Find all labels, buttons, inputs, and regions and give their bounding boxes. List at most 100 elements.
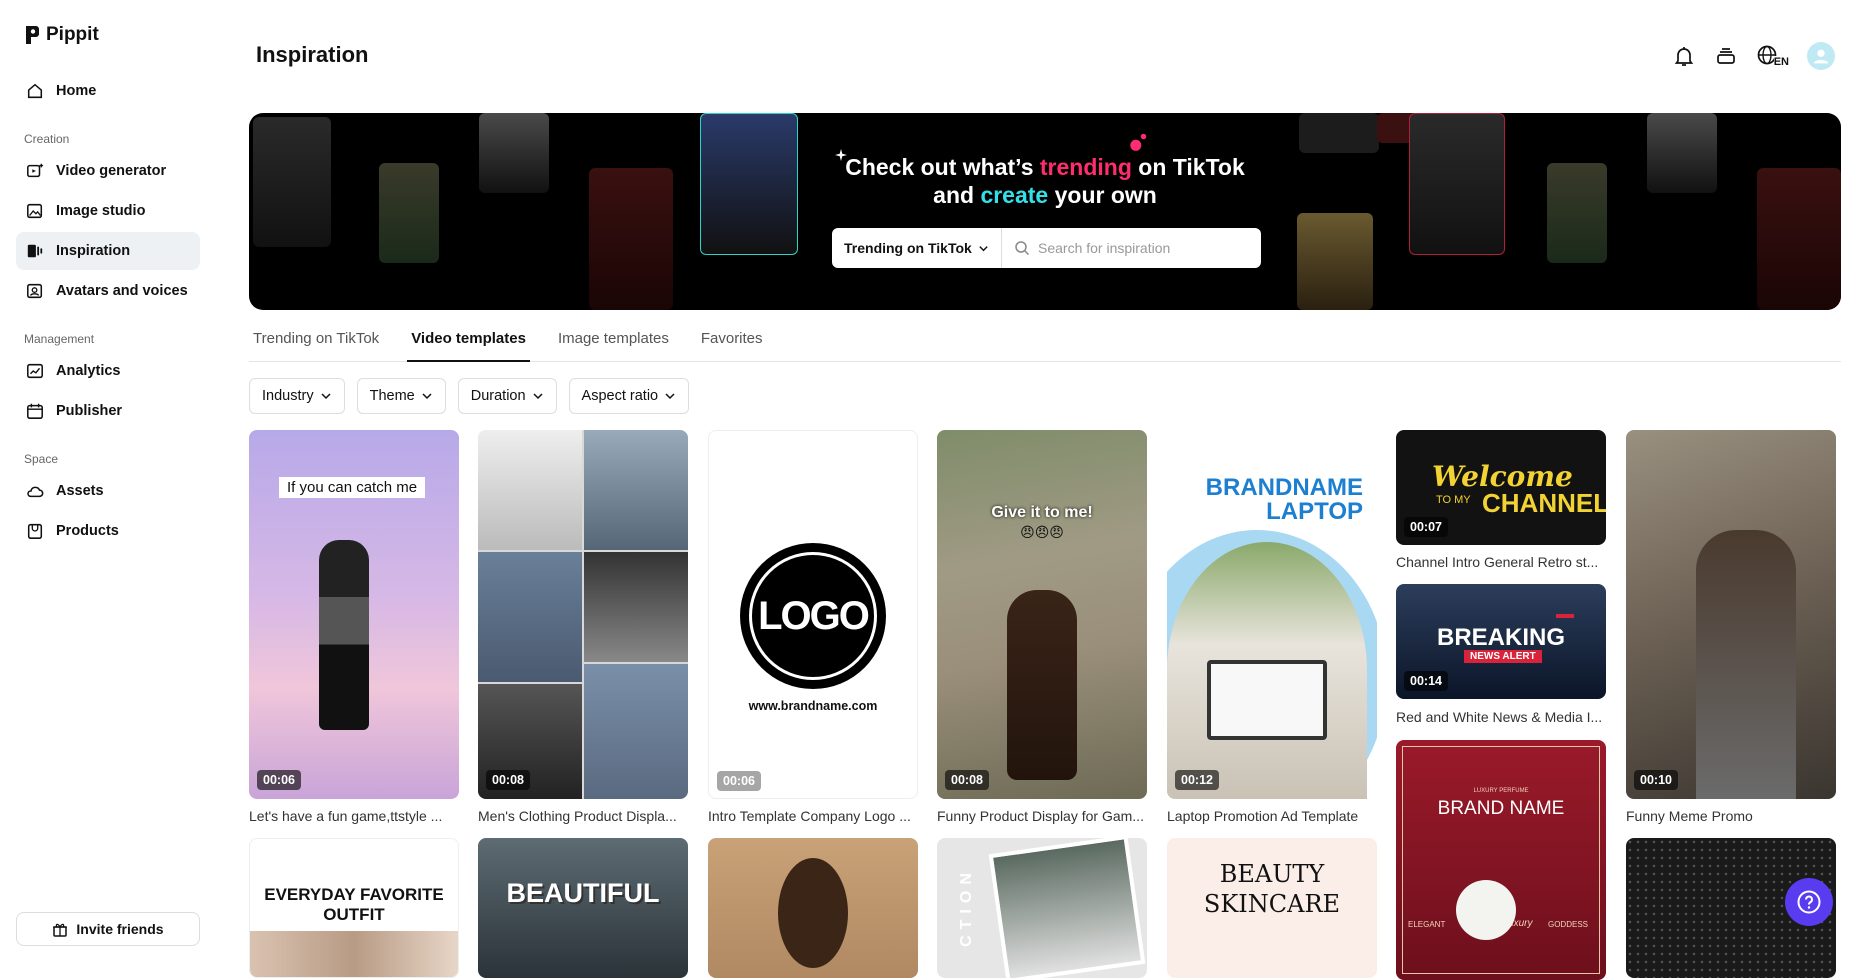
bell-icon[interactable] xyxy=(1672,44,1696,68)
template-card[interactable]: 00:10 xyxy=(1626,430,1836,799)
flower-shape xyxy=(1456,880,1516,940)
sidebar-item-label: Home xyxy=(56,83,97,99)
card-overlay-text-2: NEWS ALERT xyxy=(1464,650,1542,663)
filter-label: Industry xyxy=(262,388,314,404)
template-card[interactable]: CTION xyxy=(937,838,1147,978)
template-card[interactable]: BRANDNAME LAPTOP 00:12 xyxy=(1167,430,1377,799)
card-overlay-text: If you can catch me xyxy=(279,477,426,498)
chevron-down-icon xyxy=(979,245,988,251)
sidebar-item-image-studio[interactable]: Image studio xyxy=(16,192,200,230)
card-title[interactable]: Laptop Promotion Ad Template xyxy=(1167,808,1377,824)
tab-favorites[interactable]: Favorites xyxy=(697,328,767,362)
laptop-shape xyxy=(1207,660,1327,740)
app-name: Pippit xyxy=(46,24,99,45)
user-icon xyxy=(1813,49,1829,64)
banner-text-highlight: trending xyxy=(1039,154,1132,180)
source-dropdown[interactable]: Trending on TikTok xyxy=(832,228,1002,268)
sidebar-section-creation: Creation xyxy=(24,132,70,146)
card-title[interactable]: Funny Product Display for Gam... xyxy=(937,808,1147,824)
banner-search-bar: Trending on TikTok Search for inspiratio… xyxy=(832,228,1261,268)
search-placeholder: Search for inspiration xyxy=(1038,240,1171,256)
sidebar-item-publisher[interactable]: Publisher xyxy=(16,392,200,430)
card-title[interactable]: Funny Meme Promo xyxy=(1626,808,1836,824)
template-card[interactable]: BEAUTY SKINCARE xyxy=(1167,838,1377,978)
card-title[interactable]: Let's have a fun game,ttstyle ... xyxy=(249,808,459,824)
sidebar-item-label: Avatars and voices xyxy=(56,283,188,299)
language-code: EN xyxy=(1773,56,1789,68)
card-figure xyxy=(1007,590,1077,780)
card-photo xyxy=(584,552,688,662)
pippit-logo-icon xyxy=(26,26,39,44)
drop-decoration-icon xyxy=(1130,133,1147,151)
credits-icon[interactable] xyxy=(1714,44,1738,68)
card-title[interactable]: Red and White News & Media I... xyxy=(1396,709,1606,725)
header-actions: EN xyxy=(1672,42,1835,70)
language-switcher[interactable]: EN xyxy=(1756,44,1789,68)
template-card[interactable]: Give it to me! 😠😠😠 00:08 xyxy=(937,430,1147,799)
card-overlay-text: BEAUTIFUL xyxy=(506,878,660,908)
duration-badge: 00:14 xyxy=(1404,671,1448,691)
card-border-frame xyxy=(1402,746,1600,974)
avatar-voice-icon xyxy=(27,283,43,299)
template-card[interactable] xyxy=(708,838,918,978)
user-avatar[interactable] xyxy=(1807,42,1835,70)
sidebar-item-video-generator[interactable]: Video generator xyxy=(16,152,200,190)
card-figure xyxy=(1696,530,1796,799)
card-overlay-text: BRAND NAME xyxy=(1437,798,1565,819)
sidebar-item-avatars-and-voices[interactable]: Avatars and voices xyxy=(16,272,200,310)
card-photo xyxy=(988,838,1146,978)
image-studio-icon xyxy=(27,203,43,219)
template-card[interactable]: LOGO www.brandname.com 00:06 xyxy=(708,430,918,799)
card-overlay-text-2: OUTFIT xyxy=(323,905,385,924)
template-card[interactable]: 00:08 xyxy=(478,430,688,799)
tab-trending-on-tiktok[interactable]: Trending on TikTok xyxy=(249,328,383,362)
aspect-ratio-filter[interactable]: Aspect ratio xyxy=(568,378,690,414)
inspiration-search-input[interactable]: Search for inspiration xyxy=(1002,240,1261,256)
template-card[interactable]: BEAUTIFUL xyxy=(478,838,688,978)
tab-image-templates[interactable]: Image templates xyxy=(554,328,673,362)
invite-friends-button[interactable]: Invite friends xyxy=(16,912,200,946)
sidebar-item-analytics[interactable]: Analytics xyxy=(16,352,200,390)
card-photo xyxy=(478,552,582,682)
help-button[interactable] xyxy=(1785,878,1833,926)
card-overlay-text-3: CHANNEL xyxy=(1482,488,1606,518)
card-title[interactable]: Channel Intro General Retro st... xyxy=(1396,554,1606,570)
sidebar-item-products[interactable]: Products xyxy=(16,512,200,550)
template-card[interactable]: BREAKING NEWS ALERT 00:14 xyxy=(1396,584,1606,699)
video-generator-icon xyxy=(27,163,44,178)
card-photo xyxy=(584,430,688,550)
template-card[interactable]: EVERYDAY FAVORITE OUTFIT xyxy=(249,838,459,978)
banner-text-highlight: create xyxy=(980,182,1049,208)
app-logo[interactable]: Pippit xyxy=(24,24,99,46)
banner-text-part: your own xyxy=(1048,182,1157,208)
banner-text-part: Check out what’s xyxy=(845,154,1040,180)
home-icon xyxy=(27,83,43,99)
duration-badge: 00:07 xyxy=(1404,517,1448,537)
card-overlay-small: LUXURY PERFUME xyxy=(1473,788,1529,794)
sidebar-item-assets[interactable]: Assets xyxy=(16,472,200,510)
card-overlay-text-2: TO MY xyxy=(1436,494,1471,506)
sidebar-item-label: Video generator xyxy=(56,163,167,179)
page-title: Inspiration xyxy=(256,42,369,67)
card-photo xyxy=(250,931,458,977)
template-card[interactable]: If you can catch me 00:06 xyxy=(249,430,459,799)
gift-icon xyxy=(53,923,68,937)
industry-filter[interactable]: Industry xyxy=(249,378,345,414)
filter-bar: Industry Theme Duration Aspect ratio xyxy=(249,378,690,414)
theme-filter[interactable]: Theme xyxy=(356,378,446,414)
tab-video-templates[interactable]: Video templates xyxy=(407,328,530,362)
card-title[interactable]: Men's Clothing Product Displa... xyxy=(478,808,688,824)
card-photo xyxy=(584,664,688,799)
chevron-down-icon xyxy=(321,393,331,400)
sidebar-item-home[interactable]: Home xyxy=(16,72,200,110)
sidebar-item-inspiration[interactable]: Inspiration xyxy=(16,232,200,270)
logo-text: LOGO xyxy=(749,552,877,680)
card-title[interactable]: Intro Template Company Logo ... xyxy=(708,808,918,824)
chevron-down-icon xyxy=(422,393,432,400)
duration-badge: 00:06 xyxy=(717,771,761,791)
duration-filter[interactable]: Duration xyxy=(457,378,557,414)
template-card[interactable]: LUXURY PERFUME BRAND NAME ELEGANT scent … xyxy=(1396,740,1606,980)
duration-badge: 00:12 xyxy=(1175,770,1219,790)
template-card[interactable]: Welcome TO MY CHANNEL 00:07 xyxy=(1396,430,1606,545)
analytics-icon xyxy=(27,363,43,379)
